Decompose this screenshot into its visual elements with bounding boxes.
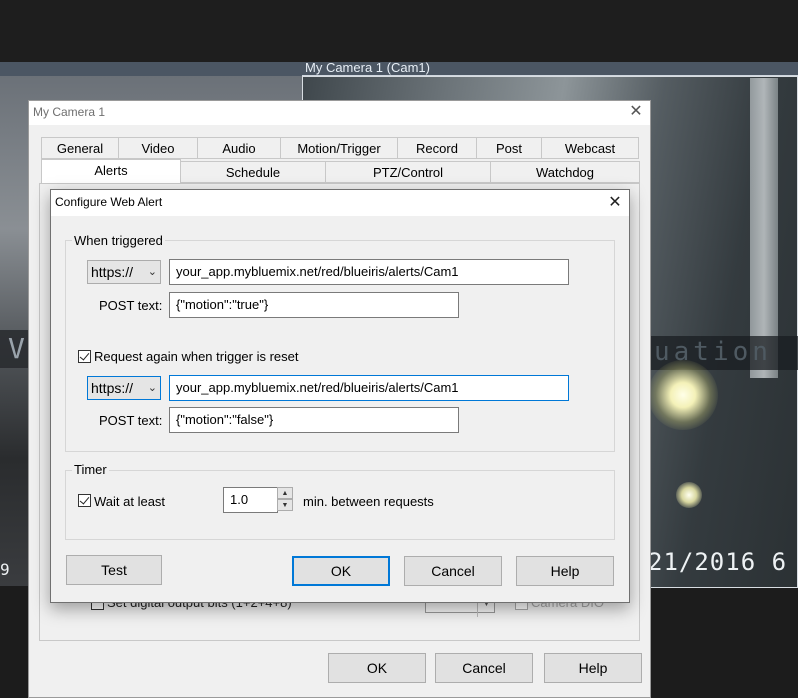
wait-at-least-label[interactable]: Wait at least (94, 494, 165, 509)
wait-at-least-checkbox[interactable] (78, 494, 91, 507)
trigger-post-label: POST text: (99, 298, 163, 313)
cancel-button[interactable]: Cancel (404, 556, 502, 586)
request-again-label[interactable]: Request again when trigger is reset (94, 349, 299, 364)
left-camera-stamp: 9 (0, 560, 10, 579)
reset-post-label: POST text: (99, 413, 163, 428)
wait-minutes-spinner[interactable]: ▲ ▼ (277, 487, 293, 513)
chevron-down-icon: ⌄ (147, 382, 157, 394)
camera-window-close-icon[interactable]: ✕ (627, 103, 645, 121)
dialog-title: Configure Web Alert (55, 195, 163, 209)
left-camera-title-bar (0, 62, 302, 76)
wait-minutes-suffix: min. between requests (303, 494, 434, 509)
scheme-select-trigger-value: https:// (91, 264, 134, 280)
camera-ok-button[interactable]: OK (328, 653, 426, 683)
spin-up-icon[interactable]: ▲ (277, 487, 293, 499)
camera-window-title: My Camera 1 (33, 105, 106, 119)
test-button[interactable]: Test (66, 555, 162, 585)
help-button[interactable]: Help (516, 556, 614, 586)
scheme-select-reset[interactable]: https:// ⌄ (87, 376, 161, 400)
wait-minutes-input[interactable]: 1.0 (223, 487, 278, 513)
tab-ptz-control[interactable]: PTZ/Control (325, 161, 491, 183)
configure-web-alert-dialog: Configure Web Alert ✕ When triggered htt… (50, 189, 630, 603)
tab-alerts[interactable]: Alerts (41, 159, 181, 184)
camera-window-titlebar (29, 101, 650, 125)
chevron-down-icon: ⌄ (147, 266, 157, 278)
dialog-close-icon[interactable]: ✕ (605, 193, 625, 213)
tab-webcast[interactable]: Webcast (541, 137, 639, 159)
trigger-url-input[interactable]: your_app.mybluemix.net/red/blueiris/aler… (169, 259, 569, 285)
reset-post-text-input[interactable]: {"motion":"false"} (169, 407, 459, 433)
tab-post[interactable]: Post (476, 137, 542, 159)
request-again-checkbox[interactable] (78, 350, 91, 363)
camera-cancel-button[interactable]: Cancel (435, 653, 533, 683)
left-overlay-text: V (8, 332, 27, 365)
tab-audio[interactable]: Audio (197, 137, 281, 159)
scheme-select-trigger[interactable]: https:// ⌄ (87, 260, 161, 284)
camera-title: My Camera 1 (Cam1) (305, 60, 430, 75)
scheme-select-reset-value: https:// (91, 380, 134, 396)
tab-schedule[interactable]: Schedule (180, 161, 326, 183)
ok-button[interactable]: OK (292, 556, 390, 586)
tab-watchdog[interactable]: Watchdog (490, 161, 640, 183)
tab-video[interactable]: Video (118, 137, 198, 159)
app-background (0, 0, 798, 62)
camera-help-button[interactable]: Help (544, 653, 642, 683)
camera-feed-pole (750, 78, 778, 378)
camera-timestamp: 21/2016 6 (648, 548, 788, 576)
camera-light-glow-small (676, 482, 702, 508)
trigger-post-text-input[interactable]: {"motion":"true"} (169, 292, 459, 318)
reset-url-input[interactable]: your_app.mybluemix.net/red/blueiris/aler… (169, 375, 569, 401)
tab-general[interactable]: General (41, 137, 119, 159)
when-triggered-label: When triggered (72, 233, 165, 248)
spin-down-icon[interactable]: ▼ (277, 499, 293, 511)
timer-label: Timer (72, 462, 109, 477)
tab-record[interactable]: Record (397, 137, 477, 159)
tab-motion-trigger[interactable]: Motion/Trigger (280, 137, 398, 159)
camera-light-glow (648, 360, 718, 430)
